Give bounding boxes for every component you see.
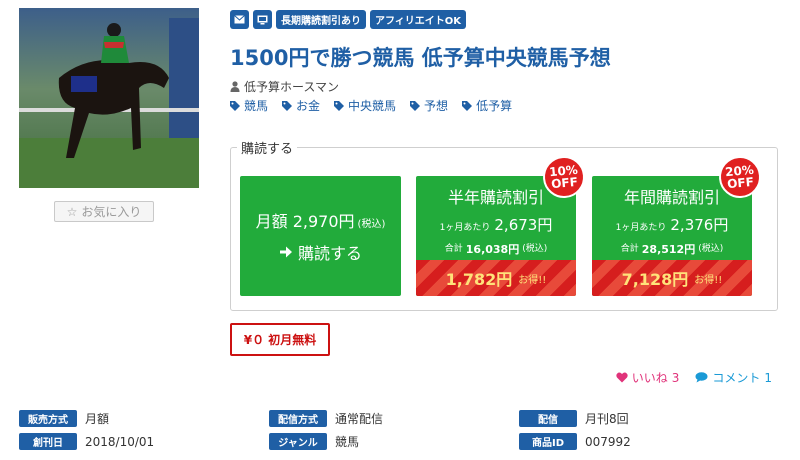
tag-affiliate-ok: アフィリエイトOK [370,10,467,29]
info-label: 販売方式 [19,410,77,427]
product-title: 1500円で勝つ競馬 低予算中央競馬予想 [230,46,611,70]
half-year-total: 合計 16,038円 (税込) [416,241,576,257]
first-month-free-badge: ¥０ 初月無料 [230,323,330,356]
info-launch-date: 創刊日 2018/10/01 [19,433,154,450]
year-per-month: 1ヶ月あたり 2,376円 [592,214,752,235]
saving-amount: 1,782円 [445,270,513,289]
heart-icon [616,372,628,383]
info-sales-method: 販売方式 月額 [19,410,109,427]
social-actions: いいね 3 コメント 1 [616,369,772,386]
info-value: 競馬 [335,435,360,449]
monitor-icon [253,10,272,29]
tag-long-term-discount: 長期購読割引あり [276,10,366,29]
off-word: OFF [550,174,579,192]
category-tag[interactable]: 競馬 [230,97,268,114]
category-label: 競馬 [244,99,269,113]
per-month-price: 2,673円 [494,216,553,234]
info-value: 007992 [585,434,631,449]
info-value: 月刊8回 [585,412,629,426]
half-year-saving: 1,782円 お得!! [416,260,576,296]
like-label: いいね [631,371,668,385]
per-month-price: 2,376円 [670,216,729,234]
off-word: OFF [726,174,755,192]
favorite-button[interactable]: ☆ お気に入り [54,201,154,222]
comment-button[interactable]: コメント 1 [695,369,772,386]
subscribe-legend: 購読する [237,138,298,157]
tag-icon [334,100,345,111]
info-label: 配信 [519,410,577,427]
comment-label: コメント [712,371,761,385]
category-list: 競馬 お金 中央競馬 予想 低予算 [230,97,512,114]
info-label: 創刊日 [19,433,77,450]
saving-amount: 7,128円 [621,270,689,289]
tag-icon [230,100,240,111]
favorite-label: お気に入り [81,205,142,219]
monthly-price-text: 月額 2,970円 [255,212,355,231]
total-label: 合計 [444,244,463,254]
category-label: 低予算 [476,99,513,113]
subscribe-cta: 購読する [279,240,362,264]
category-label: お金 [296,99,321,113]
arrow-right-icon [279,246,292,258]
info-genre: ジャンル 競馬 [269,433,359,450]
category-label: 予想 [424,99,449,113]
tax-note: (税込) [698,244,724,254]
product-image[interactable] [19,8,199,188]
category-tag[interactable]: 中央競馬 [334,97,396,114]
saving-label: お得!! [518,274,547,286]
category-label: 中央競馬 [348,99,397,113]
racehorse-image [19,8,199,188]
category-tag[interactable]: 予想 [410,97,448,114]
info-label: ジャンル [269,433,327,450]
subscribe-cta-label: 購読する [297,244,362,263]
tag-icon [282,100,293,111]
info-value: 2018/10/01 [85,434,155,449]
info-label: 商品ID [519,433,577,450]
mail-icon [230,10,249,29]
tax-note: (税込) [357,219,386,230]
monthly-subscribe-button[interactable]: 月額 2,970円 (税込) 購読する [240,176,401,296]
tag-icon [410,100,421,111]
like-count: 3 [671,370,680,385]
total-label: 合計 [620,244,639,254]
info-product-id: 商品ID 007992 [519,433,631,450]
category-tag[interactable]: お金 [282,97,320,114]
half-year-per-month: 1ヶ月あたり 2,673円 [416,214,576,235]
category-tag[interactable]: 低予算 [462,97,512,114]
author-link[interactable]: 低予算ホースマン [230,78,339,95]
tag-icon [462,100,473,111]
info-delivery-method: 配信方式 通常配信 [269,410,383,427]
star-icon: ☆ [66,204,78,219]
year-saving: 7,128円 お得!! [592,260,752,296]
year-total: 合計 28,512円 (税込) [592,241,752,257]
user-icon [230,81,240,92]
info-label: 配信方式 [269,410,327,427]
per-month-label: 1ヶ月あたり [439,223,491,233]
info-delivery-frequency: 配信 月刊8回 [519,410,629,427]
subscribe-panel: 購読する 月額 2,970円 (税込) 購読する 半年購読割引 1ヶ月あたり 2… [230,138,778,311]
comment-icon [695,372,708,383]
comment-count: 1 [764,370,772,385]
info-value: 月額 [85,412,110,426]
author-name: 低予算ホースマン [244,80,340,94]
saving-label: お得!! [694,274,723,286]
info-value: 通常配信 [335,412,384,426]
like-button[interactable]: いいね 3 [616,369,680,386]
per-month-label: 1ヶ月あたり [615,223,667,233]
tag-row: 長期購読割引あり アフィリエイトOK [230,10,467,29]
total-price: 28,512円 [641,243,696,256]
monthly-price: 月額 2,970円 (税込) [256,208,386,232]
tax-note: (税込) [522,244,548,254]
total-price: 16,038円 [465,243,520,256]
